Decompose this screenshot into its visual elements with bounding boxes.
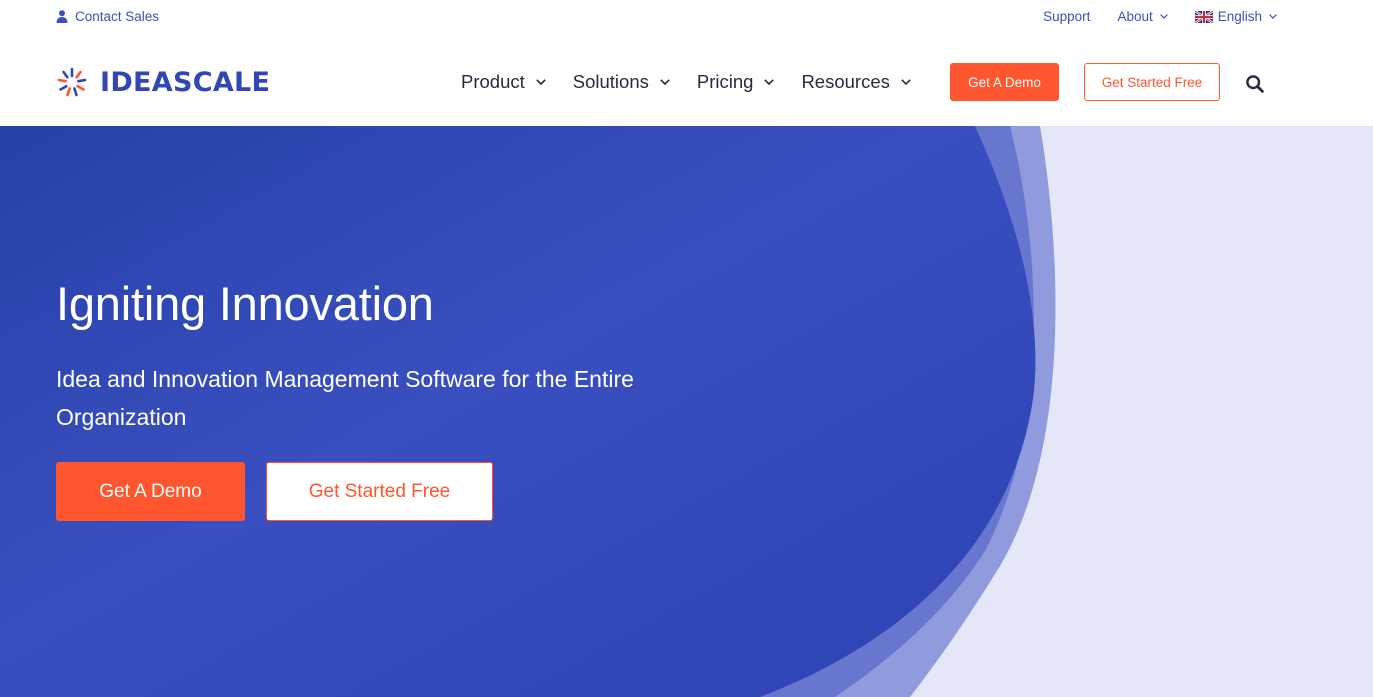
hero-title: Igniting Innovation: [56, 277, 434, 330]
hero-subtitle: Idea and Innovation Management Software …: [56, 366, 634, 430]
chevron-down-icon: [1159, 14, 1168, 19]
user-icon: [56, 10, 68, 23]
nav-item-label: Pricing: [696, 71, 754, 92]
main-navigation: IDEASCALE Product Solutions Pricing Reso…: [0, 36, 1373, 126]
language-selector[interactable]: English: [1194, 9, 1277, 24]
uk-flag-icon: [1194, 10, 1213, 23]
about-menu[interactable]: About: [1117, 9, 1168, 24]
nav-item-label: Solutions: [572, 71, 649, 92]
utility-bar: Contact Sales Support About English: [0, 0, 1373, 36]
search-icon[interactable]: [1245, 74, 1265, 94]
contact-sales-link[interactable]: Contact Sales: [56, 9, 159, 24]
hero-section: Igniting Innovation Idea and Innovation …: [0, 126, 1373, 697]
language-label: English: [1217, 9, 1262, 24]
ideascale-logo[interactable]: IDEASCALE: [56, 66, 270, 98]
chevron-down-icon: [764, 79, 775, 85]
primary-menu: Product Solutions Pricing Resources: [461, 71, 911, 93]
chevron-down-icon: [535, 79, 546, 85]
utility-links: Support About English: [1043, 9, 1277, 24]
nav-item-resources[interactable]: Resources: [801, 71, 911, 93]
nav-item-pricing[interactable]: Pricing: [697, 71, 775, 93]
contact-sales-label: Contact Sales: [75, 9, 160, 24]
nav-item-label: Resources: [801, 71, 890, 92]
chevron-down-icon: [1269, 14, 1277, 19]
logo-wordmark: IDEASCALE: [100, 66, 271, 98]
nav-item-product[interactable]: Product: [461, 71, 546, 93]
header-get-started-free-button[interactable]: Get Started Free: [1084, 63, 1220, 101]
hero-get-demo-button[interactable]: Get A Demo: [56, 462, 245, 521]
nav-item-solutions[interactable]: Solutions: [573, 71, 670, 93]
logo-burst-icon: [57, 67, 87, 97]
nav-item-label: Product: [461, 71, 525, 92]
hero-get-started-free-button[interactable]: Get Started Free: [266, 462, 493, 521]
chevron-down-icon: [901, 79, 911, 85]
about-label: About: [1117, 9, 1153, 24]
support-link[interactable]: Support: [1043, 9, 1090, 24]
header-get-demo-button[interactable]: Get A Demo: [950, 63, 1059, 101]
chevron-down-icon: [660, 79, 670, 85]
